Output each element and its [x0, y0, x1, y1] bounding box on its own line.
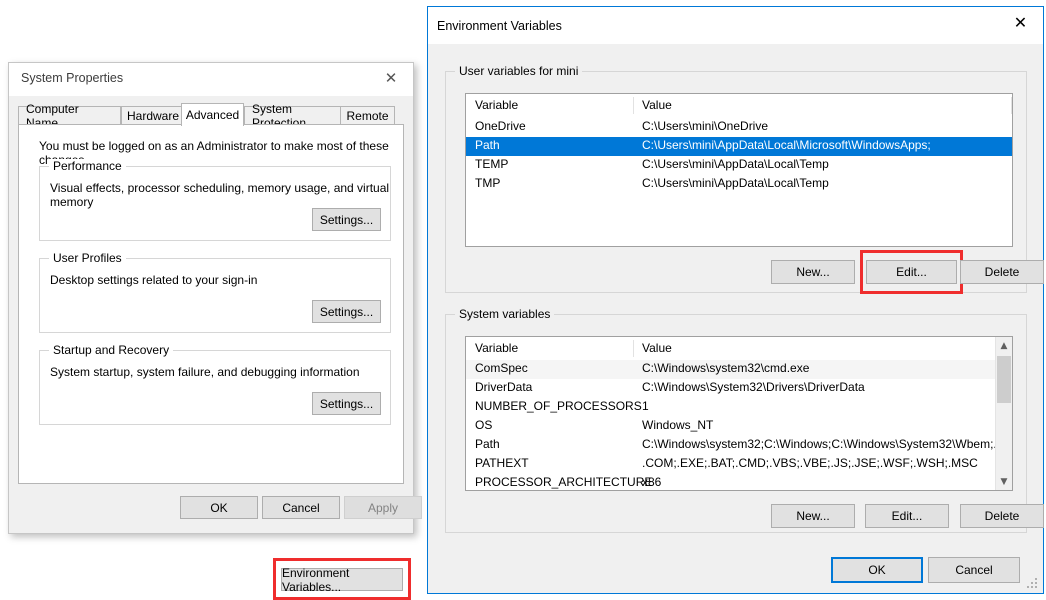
table-row[interactable]: PATHEXT .COM;.EXE;.BAT;.CMD;.VBS;.VBE;.J…: [466, 455, 995, 474]
user-variable-name: TEMP: [475, 157, 508, 171]
tab-system-protection[interactable]: System Protection: [244, 106, 341, 125]
column-header-variable[interactable]: Variable: [475, 94, 518, 116]
system-variable-value: 1: [642, 399, 649, 413]
performance-group-title: Performance: [49, 159, 126, 173]
system-variable-name: Path: [475, 437, 500, 451]
system-new-button[interactable]: New...: [771, 504, 855, 528]
environment-variables-button[interactable]: Environment Variables...: [281, 568, 403, 591]
column-header-value[interactable]: Value: [642, 337, 672, 359]
table-row[interactable]: Path C:\Windows\system32;C:\Windows;C:\W…: [466, 436, 995, 455]
performance-settings-button[interactable]: Settings...: [312, 208, 381, 231]
user-variables-list-header: Variable Value: [466, 94, 1012, 116]
system-variable-value: C:\Windows\system32\cmd.exe: [642, 361, 809, 375]
system-variable-value: C:\Windows\system32;C:\Windows;C:\Window…: [642, 437, 1003, 451]
chevron-up-icon[interactable]: ▲: [996, 337, 1012, 354]
table-row[interactable]: OneDrive C:\Users\mini\OneDrive: [466, 118, 1012, 137]
system-variables-list-header: Variable Value: [466, 337, 1012, 359]
environment-variables-titlebar: Environment Variables ✕: [428, 7, 1043, 44]
table-row[interactable]: OS Windows_NT: [466, 417, 995, 436]
user-variables-group-title: User variables for mini: [455, 64, 582, 78]
user-variable-value: C:\Users\mini\AppData\Local\Temp: [642, 157, 829, 171]
system-variable-name: PROCESSOR_ARCHITECTURE: [475, 475, 652, 489]
table-row[interactable]: Path C:\Users\mini\AppData\Local\Microso…: [466, 137, 1012, 156]
tab-hardware[interactable]: Hardware: [121, 106, 185, 125]
system-properties-apply-button: Apply: [344, 496, 422, 519]
table-row[interactable]: TEMP C:\Users\mini\AppData\Local\Temp: [466, 156, 1012, 175]
user-profiles-description: Desktop settings related to your sign-in: [50, 273, 257, 287]
tab-advanced[interactable]: Advanced: [181, 103, 244, 126]
system-variable-value: C:\Windows\System32\Drivers\DriverData: [642, 380, 865, 394]
startup-recovery-description: System startup, system failure, and debu…: [50, 365, 360, 379]
system-variable-value: Windows_NT: [642, 418, 713, 432]
system-variable-value: .COM;.EXE;.BAT;.CMD;.VBS;.VBE;.JS;.JSE;.…: [642, 456, 978, 470]
system-variables-scrollbar[interactable]: ▲ ▼: [995, 337, 1012, 490]
system-variables-group: System variables Variable Value ComSpec …: [445, 314, 1027, 533]
system-variable-value: x86: [642, 475, 661, 489]
table-row[interactable]: TMP C:\Users\mini\AppData\Local\Temp: [466, 175, 1012, 194]
startup-recovery-group-title: Startup and Recovery: [49, 343, 173, 357]
environment-variables-title: Environment Variables: [437, 19, 562, 33]
user-variable-name: OneDrive: [475, 119, 526, 133]
environment-variables-cancel-button[interactable]: Cancel: [928, 557, 1020, 583]
close-icon[interactable]: ✕: [998, 7, 1043, 37]
user-variable-name: TMP: [475, 176, 500, 190]
column-header-value[interactable]: Value: [642, 94, 672, 116]
user-variable-value: C:\Users\mini\OneDrive: [642, 119, 768, 133]
system-properties-tabstrip: Computer Name Hardware Advanced System P…: [18, 103, 404, 125]
startup-recovery-settings-button[interactable]: Settings...: [312, 392, 381, 415]
table-row[interactable]: DriverData C:\Windows\System32\Drivers\D…: [466, 379, 995, 398]
system-delete-button[interactable]: Delete: [960, 504, 1044, 528]
tab-computer-name[interactable]: Computer Name: [18, 106, 121, 125]
column-header-variable[interactable]: Variable: [475, 337, 518, 359]
system-variable-name: OS: [475, 418, 492, 432]
chevron-down-icon[interactable]: ▼: [996, 473, 1012, 490]
system-properties-cancel-button[interactable]: Cancel: [262, 496, 340, 519]
user-delete-button[interactable]: Delete: [960, 260, 1044, 284]
environment-variables-ok-button[interactable]: OK: [831, 557, 923, 583]
system-variables-list[interactable]: Variable Value ComSpec C:\Windows\system…: [465, 336, 1013, 491]
close-icon[interactable]: ✕: [369, 63, 413, 93]
user-profiles-group-title: User Profiles: [49, 251, 126, 265]
system-variable-name: NUMBER_OF_PROCESSORS: [475, 399, 642, 413]
resize-grip-icon[interactable]: [1027, 578, 1038, 589]
user-new-button[interactable]: New...: [771, 260, 855, 284]
performance-description: Visual effects, processor scheduling, me…: [50, 181, 390, 209]
user-variable-name: Path: [475, 138, 500, 152]
user-profiles-settings-button[interactable]: Settings...: [312, 300, 381, 323]
system-variable-name: ComSpec: [475, 361, 528, 375]
environment-variables-window: Environment Variables ✕ User variables f…: [427, 6, 1044, 594]
user-variable-value: C:\Users\mini\AppData\Local\Temp: [642, 176, 829, 190]
table-row[interactable]: PROCESSOR_ARCHITECTURE x86: [466, 474, 995, 491]
advanced-tab-page: You must be logged on as an Administrato…: [18, 124, 404, 484]
system-variable-name: DriverData: [475, 380, 532, 394]
startup-recovery-group: Startup and Recovery System startup, sys…: [39, 350, 391, 425]
system-variable-name: PATHEXT: [475, 456, 529, 470]
system-properties-titlebar: System Properties ✕: [9, 63, 413, 96]
scrollbar-thumb[interactable]: [997, 356, 1011, 403]
table-row[interactable]: NUMBER_OF_PROCESSORS 1: [466, 398, 995, 417]
system-edit-button[interactable]: Edit...: [865, 504, 949, 528]
table-row[interactable]: ComSpec C:\Windows\system32\cmd.exe: [466, 360, 995, 379]
system-properties-title: System Properties: [21, 71, 123, 85]
tab-remote[interactable]: Remote: [340, 106, 395, 125]
performance-group: Performance Visual effects, processor sc…: [39, 166, 391, 241]
system-variables-group-title: System variables: [455, 307, 554, 321]
user-edit-button[interactable]: Edit...: [866, 260, 957, 284]
user-variables-list[interactable]: Variable Value OneDrive C:\Users\mini\On…: [465, 93, 1013, 247]
system-properties-ok-button[interactable]: OK: [180, 496, 258, 519]
user-variable-value: C:\Users\mini\AppData\Local\Microsoft\Wi…: [642, 138, 931, 152]
user-variables-group: User variables for mini Variable Value O…: [445, 71, 1027, 293]
system-properties-window: System Properties ✕ Computer Name Hardwa…: [8, 62, 414, 534]
user-profiles-group: User Profiles Desktop settings related t…: [39, 258, 391, 333]
